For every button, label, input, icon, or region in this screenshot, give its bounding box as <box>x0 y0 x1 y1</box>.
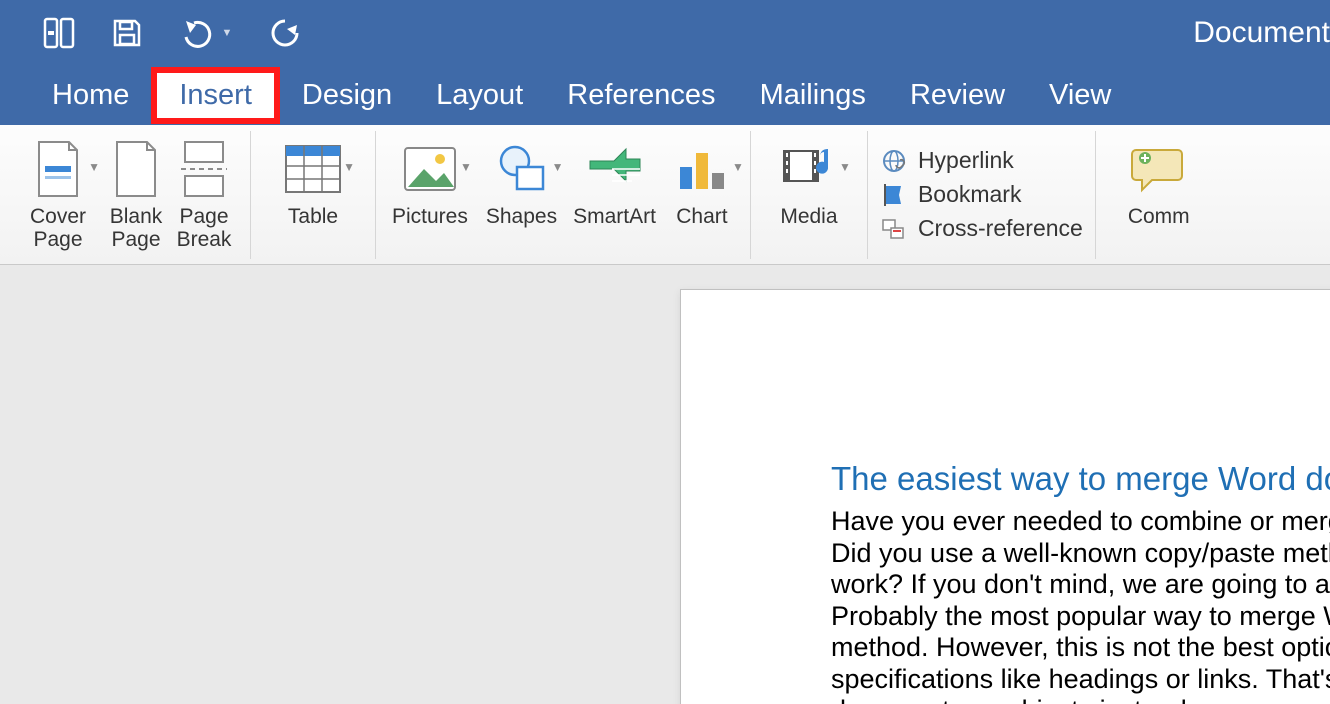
chevron-down-icon: ▼ <box>732 161 744 174</box>
cross-reference-button[interactable]: Cross-reference <box>880 215 1083 243</box>
tab-view[interactable]: View <box>1027 73 1133 118</box>
undo-icon[interactable]: ▼ <box>176 14 236 52</box>
ribbon-tabs: Home Insert Design Layout References Mai… <box>0 65 1330 125</box>
smartart-label: SmartArt <box>573 205 656 228</box>
chart-button[interactable]: ▼ Chart <box>672 137 732 228</box>
table-button[interactable]: ▼ Table <box>283 137 343 228</box>
chevron-down-icon: ▼ <box>88 161 100 174</box>
blank-page-icon <box>106 139 166 199</box>
chevron-down-icon: ▼ <box>343 161 355 174</box>
shapes-button[interactable]: ▼ Shapes <box>486 137 557 228</box>
tab-layout[interactable]: Layout <box>414 73 545 118</box>
blank-page-label: Blank Page <box>110 205 163 251</box>
redo-icon[interactable] <box>266 14 304 52</box>
document-body[interactable]: Have you ever needed to combine or merge… <box>831 506 1330 704</box>
bookmark-button[interactable]: Bookmark <box>880 181 1083 209</box>
pictures-icon: ▼ <box>400 139 460 199</box>
media-button[interactable]: ▼ Media <box>779 137 839 228</box>
title-bar: ▼ Document <box>0 0 1330 65</box>
tab-mailings[interactable]: Mailings <box>738 73 888 118</box>
shapes-label: Shapes <box>486 205 557 228</box>
comment-label: Comm <box>1128 205 1190 228</box>
cover-page-button[interactable]: ▼ Cover Page <box>28 137 88 251</box>
page-break-label: Page Break <box>177 205 232 251</box>
highlight-insert: Insert <box>151 67 280 124</box>
group-pages: ▼ Cover Page Blank Page Page Break <box>12 131 251 259</box>
hyperlink-label: Hyperlink <box>918 147 1014 174</box>
chart-label: Chart <box>676 205 727 228</box>
page-break-button[interactable]: Page Break <box>174 137 234 251</box>
media-label: Media <box>780 205 837 228</box>
media-icon: ▼ <box>779 139 839 199</box>
chart-icon: ▼ <box>672 139 732 199</box>
chevron-down-icon: ▼ <box>839 161 851 174</box>
ribbon-insert: ▼ Cover Page Blank Page Page Break ▼ Tab… <box>0 125 1330 265</box>
tab-design[interactable]: Design <box>280 73 414 118</box>
shapes-icon: ▼ <box>491 139 551 199</box>
document-heading[interactable]: The easiest way to merge Word docum <box>831 460 1330 498</box>
group-links: Hyperlink Bookmark Cross-reference <box>868 131 1096 259</box>
group-comments: Comm <box>1096 131 1206 259</box>
table-label: Table <box>288 205 338 228</box>
chevron-down-icon: ▼ <box>460 161 472 174</box>
bookmark-label: Bookmark <box>918 181 1022 208</box>
tab-review[interactable]: Review <box>888 73 1027 118</box>
document-page[interactable]: The easiest way to merge Word docum Have… <box>680 289 1330 704</box>
group-illustrations: ▼ Pictures ▼ Shapes SmartArt ▼ Chart <box>376 131 751 259</box>
autosave-icon[interactable] <box>40 14 78 52</box>
chevron-down-icon: ▼ <box>552 161 564 174</box>
tab-home[interactable]: Home <box>30 73 151 118</box>
group-tables: ▼ Table <box>251 131 376 259</box>
quick-access-toolbar: ▼ <box>40 14 304 52</box>
smartart-button[interactable]: SmartArt <box>573 137 656 228</box>
tab-insert[interactable]: Insert <box>157 73 274 118</box>
hyperlink-button[interactable]: Hyperlink <box>880 147 1083 175</box>
pictures-label: Pictures <box>392 205 468 228</box>
hyperlink-icon <box>880 147 908 175</box>
cover-page-label: Cover Page <box>30 205 86 251</box>
cross-reference-icon <box>880 215 908 243</box>
smartart-icon <box>585 139 645 199</box>
save-icon[interactable] <box>108 14 146 52</box>
table-icon: ▼ <box>283 139 343 199</box>
tab-references[interactable]: References <box>545 73 737 118</box>
comment-button[interactable]: Comm <box>1128 137 1190 228</box>
window-title: Document <box>1193 0 1330 65</box>
cover-page-icon: ▼ <box>28 139 88 199</box>
cross-reference-label: Cross-reference <box>918 215 1083 242</box>
page-break-icon <box>174 139 234 199</box>
group-media: ▼ Media <box>751 131 868 259</box>
pictures-button[interactable]: ▼ Pictures <box>392 137 468 228</box>
document-workspace[interactable]: The easiest way to merge Word docum Have… <box>0 265 1330 704</box>
bookmark-icon <box>880 181 908 209</box>
blank-page-button[interactable]: Blank Page <box>106 137 166 251</box>
comment-icon <box>1129 139 1189 199</box>
